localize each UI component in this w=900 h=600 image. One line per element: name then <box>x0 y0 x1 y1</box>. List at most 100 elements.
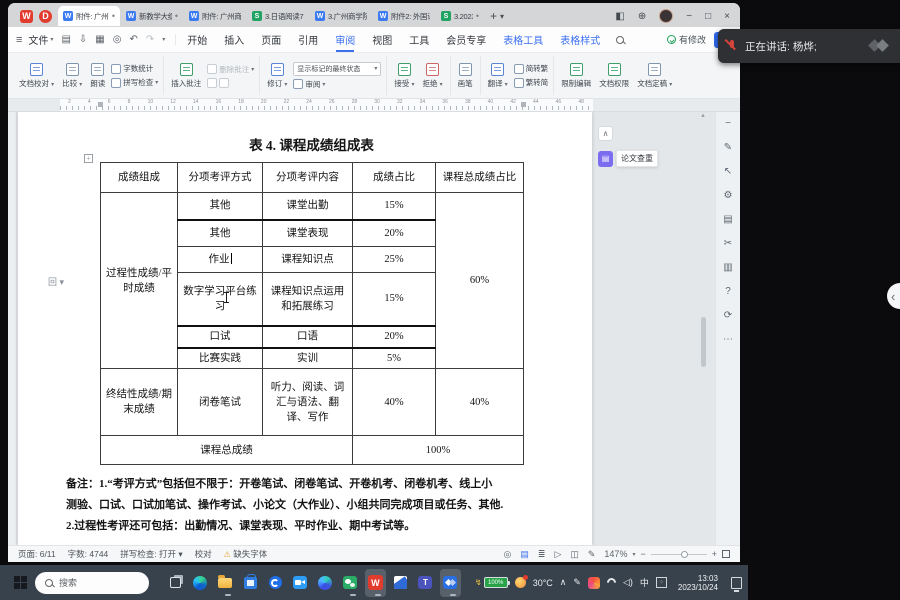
volume-icon[interactable]: ◁) <box>623 577 633 588</box>
eye-protect-icon[interactable]: ◎ <box>504 549 512 560</box>
tray-expand-chevron[interactable]: ∧ <box>560 577 567 588</box>
menu-tools[interactable]: 工具 <box>408 27 430 52</box>
layout-tool-icon[interactable]: ▥ <box>723 262 732 273</box>
account-avatar[interactable] <box>659 9 673 23</box>
cell[interactable]: 25% <box>353 247 436 273</box>
proofread-button[interactable]: 文档校对 ▾ <box>17 63 56 89</box>
file-menu[interactable]: 文件 ▾ <box>28 32 53 47</box>
paper-check-icon[interactable]: ▤ <box>598 151 613 167</box>
task-view-button[interactable] <box>165 569 186 597</box>
doc-tab-2[interactable]: W 新教学大纲修订... • <box>121 6 183 26</box>
teams-button[interactable]: T <box>415 569 436 597</box>
cell[interactable]: 20% <box>353 220 436 247</box>
start-button[interactable] <box>14 576 27 590</box>
next-comment-button[interactable] <box>207 78 254 88</box>
traditional-to-simplified-button[interactable]: 繁转简 <box>514 77 549 88</box>
zoom-slider[interactable] <box>651 554 707 555</box>
cell[interactable]: 20% <box>353 326 436 348</box>
zoom-out-button[interactable]: − <box>640 549 645 559</box>
header-cell[interactable]: 分项考评方式 <box>178 163 263 193</box>
blue-circle-app-button[interactable] <box>265 569 286 597</box>
scroll-up-arrow[interactable]: ▲ <box>700 113 706 119</box>
right-indent-marker[interactable] <box>521 102 526 107</box>
ime-mode-icon[interactable]: ⁘ <box>656 577 667 588</box>
notification-peek-icon[interactable] <box>731 577 742 589</box>
redo-icon[interactable]: ↷ <box>146 34 154 45</box>
menu-table-style[interactable]: 表格样式 <box>559 27 601 52</box>
menu-review[interactable]: 审阅 <box>334 27 356 52</box>
margin-marker[interactable]: 回 ▾ <box>48 275 64 288</box>
cell[interactable]: 15% <box>353 193 436 220</box>
vertical-scrollbar[interactable]: ▲ <box>700 112 707 545</box>
horizontal-ruler[interactable]: 2468101214161820222426283032343638404244… <box>8 99 740 112</box>
cell-with-cursor[interactable]: 作业 <box>178 247 263 273</box>
skin-icon[interactable]: ⊕ <box>638 11 646 22</box>
tab-list-chevron[interactable]: ▾ <box>500 12 504 21</box>
wps-taskbar-button[interactable]: W <box>365 569 386 597</box>
meeting-panel-collapse-button[interactable]: ‹ <box>887 283 900 309</box>
menu-view[interactable]: 视图 <box>371 27 393 52</box>
menu-reference[interactable]: 引用 <box>297 27 319 52</box>
read-aloud-button[interactable]: 朗读 <box>88 63 107 89</box>
header-cell[interactable]: 分项考评内容 <box>263 163 353 193</box>
header-cell[interactable]: 成绩占比 <box>353 163 436 193</box>
page-indicator[interactable]: 页面: 6/11 <box>18 548 56 560</box>
left-indent-marker[interactable] <box>98 102 103 107</box>
customize-toolbar-chevron[interactable]: ▾ <box>162 36 165 43</box>
wechat-button[interactable] <box>340 569 361 597</box>
ime-app-icon[interactable] <box>588 577 600 589</box>
review-pane-button[interactable]: 审阅▾ <box>293 79 381 90</box>
menu-member[interactable]: 会员专享 <box>445 27 487 52</box>
pen-tray-icon[interactable]: ✎ <box>573 577 581 588</box>
total-value-cell[interactable]: 100% <box>353 436 524 465</box>
meeting-app-button[interactable] <box>440 569 461 597</box>
header-cell[interactable]: 课程总成绩占比 <box>436 163 524 193</box>
cell[interactable]: 实训 <box>263 348 353 369</box>
hamburger-icon[interactable]: ≡ <box>16 34 22 46</box>
sync-icon[interactable]: ⟳ <box>724 310 732 321</box>
paper-check-label[interactable]: 论文查重 <box>616 150 658 167</box>
ms-store-button[interactable] <box>240 569 261 597</box>
compare-button[interactable]: 比较 ▾ <box>60 63 84 89</box>
zoom-level[interactable]: 147% <box>604 549 627 559</box>
doc-tab-3[interactable]: W 附件: 广州商学院 ( <box>184 6 246 26</box>
track-changes-button[interactable]: 修订 ▾ <box>265 63 289 89</box>
menu-home[interactable]: 开始 <box>186 27 208 52</box>
docer-logo[interactable]: D <box>39 10 52 23</box>
cell[interactable]: 40% <box>353 369 436 436</box>
table-caption[interactable]: 表 4. 课程成绩组成表 <box>100 134 523 154</box>
grade-table[interactable]: 成绩组成 分项考评方式 分项考评内容 成绩占比 课程总成绩占比 过程性成绩/平时… <box>100 162 524 465</box>
page-view-icon[interactable]: ▤ <box>520 549 529 560</box>
word-count-indicator[interactable]: 字数: 4744 <box>68 548 109 560</box>
browser2-button[interactable] <box>315 569 336 597</box>
cell[interactable]: 课程知识点 <box>263 247 353 273</box>
proofread-status-button[interactable]: 校对 <box>195 548 212 560</box>
more-icon[interactable]: ⋯ <box>723 334 733 345</box>
select-cursor-icon[interactable]: ↖ <box>724 166 732 177</box>
doc-tab-6[interactable]: W 附件2: 外国语学院... <box>373 6 435 26</box>
doc-tab-1[interactable]: W 附件: 广州商学... • <box>58 6 120 26</box>
sync-status[interactable]: 有修改 <box>667 33 706 46</box>
cell[interactable]: 5% <box>353 348 436 369</box>
temperature-label[interactable]: 30°C <box>533 578 553 588</box>
zoom-chevron[interactable]: ▾ <box>632 551 635 558</box>
spell-check-button[interactable]: 拼写检查▾ <box>111 77 158 88</box>
process-group-cell[interactable]: 过程性成绩/平时成绩 <box>101 193 178 369</box>
undo-icon[interactable]: ↶ <box>129 34 137 45</box>
file-explorer-button[interactable] <box>215 569 236 597</box>
edge-browser-button[interactable] <box>190 569 211 597</box>
image-tool-icon[interactable]: ▤ <box>723 214 732 225</box>
process-total-cell[interactable]: 60% <box>436 193 524 369</box>
insert-comment-button[interactable]: 插入批注 <box>169 63 203 89</box>
cell[interactable]: 15% <box>353 273 436 326</box>
simplified-to-traditional-button[interactable]: 简转繁 <box>514 63 549 74</box>
zoom-knob[interactable] <box>681 551 688 558</box>
accept-button[interactable]: 接受 ▾ <box>392 63 416 89</box>
wifi-icon[interactable] <box>605 576 618 589</box>
notes-app-button[interactable] <box>390 569 411 597</box>
doc-permission-button[interactable]: 文档权限 <box>597 63 631 89</box>
battery-indicator[interactable]: ↯ 100% <box>475 577 508 588</box>
export-icon[interactable]: ⇩ <box>79 34 87 45</box>
doc-tab-7[interactable]: S 3.2023级日语专... • <box>436 6 484 26</box>
restrict-edit-button[interactable]: 限制编辑 <box>559 63 593 89</box>
